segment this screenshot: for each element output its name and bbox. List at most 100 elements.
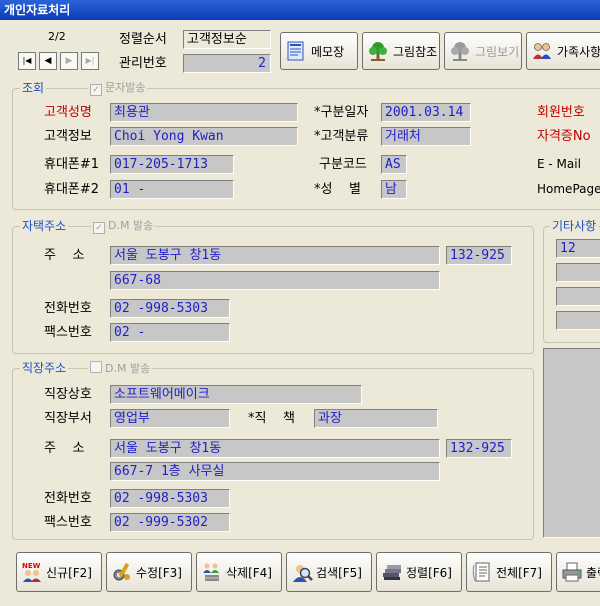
check-icon: ✓ — [93, 222, 105, 234]
sms-checkbox[interactable]: ✓ 문자발송 — [88, 81, 148, 96]
other-field-3[interactable] — [556, 287, 600, 306]
work-fax-field[interactable]: 02 -999-5302 — [110, 513, 230, 532]
dept-label: 직장부서 — [44, 411, 92, 426]
first-record-button[interactable]: |◀ — [18, 52, 36, 70]
svg-text:NEW: NEW — [22, 562, 41, 570]
sort-label-btn: 정렬[F6] — [406, 565, 452, 580]
home-phone-field[interactable]: 02 -998-5303 — [110, 299, 230, 318]
memo-button[interactable]: 메모장 — [280, 32, 358, 70]
other-field-2[interactable] — [556, 263, 600, 282]
home-address-label: 주 소 — [44, 248, 85, 263]
sort-button[interactable]: 정렬[F6] — [376, 552, 462, 592]
home-fax-label: 팩스번호 — [44, 325, 92, 340]
tree-icon — [369, 42, 387, 61]
delete-label: 삭제[F4] — [226, 565, 272, 580]
work-address2-field[interactable]: 667-7 1층 사무실 — [110, 462, 440, 481]
dept-field[interactable]: 영업부 — [110, 409, 230, 428]
family-label: 가족사항 — [557, 44, 600, 59]
home-phone-label: 전화번호 — [44, 301, 92, 316]
next-icon: ▶ — [65, 56, 73, 66]
code-field[interactable]: AS — [381, 155, 407, 174]
edit-button[interactable]: 수정[F3] — [106, 552, 192, 592]
new-button[interactable]: NEW 신규[F2] — [16, 552, 102, 592]
work-phone-field[interactable]: 02 -998-5303 — [110, 489, 230, 508]
delete-icon — [203, 563, 219, 581]
mobile2-field[interactable]: 01 - — [110, 180, 234, 199]
work-address-title: 직장주소 — [20, 361, 69, 375]
reg-date-field[interactable]: 2001.03.14 — [381, 103, 471, 122]
home-address-title: 자택주소 — [20, 219, 69, 233]
home-address1-field[interactable]: 서울 도봉구 창1동 — [110, 246, 440, 265]
sms-label: 문자발송 — [105, 81, 146, 94]
category-label: *고객분류 — [314, 129, 369, 144]
edit-icon — [113, 562, 130, 581]
other-field-1[interactable]: 12 — [556, 239, 600, 258]
work-address-label: 주 소 — [44, 441, 85, 456]
email-label: E - Mail — [537, 157, 581, 171]
other-field-4[interactable] — [556, 311, 600, 330]
reg-date-label: *구분일자 — [314, 105, 369, 120]
new-label: 신규[F2] — [46, 565, 92, 580]
memo-icon — [287, 41, 304, 61]
picture-view-label: 그림보기 — [475, 44, 520, 59]
home-address2-field[interactable]: 667-68 — [110, 271, 440, 290]
search-label: 검색[F5] — [316, 565, 362, 580]
customer-info-label: 고객정보 — [44, 129, 92, 144]
home-zip-field[interactable]: 132-925 — [446, 246, 512, 265]
home-dm-label: D.M 발송 — [108, 219, 154, 232]
mgmt-no-label: 관리번호 — [119, 56, 167, 71]
memo-label: 메모장 — [311, 44, 345, 59]
position-field[interactable]: 과장 — [314, 409, 438, 428]
position-label: *직 책 — [248, 411, 295, 426]
picture-ref-label: 그림참조 — [393, 44, 438, 59]
company-label: 직장상호 — [44, 387, 92, 402]
print-label: 출력 — [586, 565, 600, 580]
category-field[interactable]: 거래처 — [381, 127, 471, 146]
checkbox-icon — [90, 361, 102, 373]
all-button[interactable]: 전체[F7] — [466, 552, 552, 592]
sort-icon — [383, 565, 401, 580]
first-icon: |◀ — [22, 56, 32, 65]
mobile1-field[interactable]: 017-205-1713 — [110, 155, 234, 174]
new-icon: NEW — [22, 562, 41, 582]
member-no-label: 회원번호 — [537, 105, 585, 120]
record-counter: 2/2 — [48, 30, 66, 43]
delete-button[interactable]: 삭제[F4] — [196, 552, 282, 592]
search-button[interactable]: 검색[F5] — [286, 552, 372, 592]
family-icon — [533, 43, 551, 59]
other-title: 기타사항 — [550, 219, 599, 233]
sort-field[interactable]: 고객정보순 — [183, 30, 271, 49]
all-label: 전체[F7] — [496, 565, 542, 580]
company-field[interactable]: 소프트웨어메이크 — [110, 385, 362, 404]
last-record-button[interactable]: ▶| — [81, 52, 99, 70]
code-label: 구분코드 — [319, 157, 367, 172]
customer-name-field[interactable]: 최용관 — [110, 103, 298, 122]
lookup-group — [12, 88, 600, 210]
lookup-title: 조회 — [20, 81, 47, 95]
prev-record-button[interactable]: ◀ — [39, 52, 57, 70]
gender-label: *성 별 — [314, 182, 361, 197]
picture-view-button[interactable]: 그림보기 — [444, 32, 522, 70]
work-phone-label: 전화번호 — [44, 491, 92, 506]
gender-field[interactable]: 남 — [381, 180, 407, 199]
work-dm-label: D.M 발송 — [105, 362, 151, 375]
work-address1-field[interactable]: 서울 도봉구 창1동 — [110, 439, 440, 458]
customer-name-label: 고객성명 — [44, 105, 92, 120]
tree-icon — [451, 42, 469, 61]
home-dm-checkbox[interactable]: ✓ D.M 발송 — [91, 219, 156, 234]
customer-info-field[interactable]: Choi Yong Kwan — [110, 127, 298, 146]
mobile1-label: 휴대폰#1 — [44, 157, 100, 172]
last-icon: ▶| — [85, 56, 95, 65]
window-title: 개인자료처리 — [0, 0, 600, 20]
work-zip-field[interactable]: 132-925 — [446, 439, 512, 458]
print-button[interactable]: 출력 — [556, 552, 600, 592]
family-button[interactable]: 가족사항 — [526, 32, 600, 70]
next-record-button[interactable]: ▶ — [60, 52, 78, 70]
home-fax-field[interactable]: 02 - — [110, 323, 230, 342]
mobile2-label: 휴대폰#2 — [44, 182, 100, 197]
work-fax-label: 팩스번호 — [44, 515, 92, 530]
mgmt-no-field[interactable]: 2 — [183, 54, 271, 73]
picture-ref-button[interactable]: 그림참조 — [362, 32, 440, 70]
work-dm-checkbox[interactable]: D.M 발송 — [88, 361, 153, 376]
photo-area[interactable] — [543, 348, 600, 538]
